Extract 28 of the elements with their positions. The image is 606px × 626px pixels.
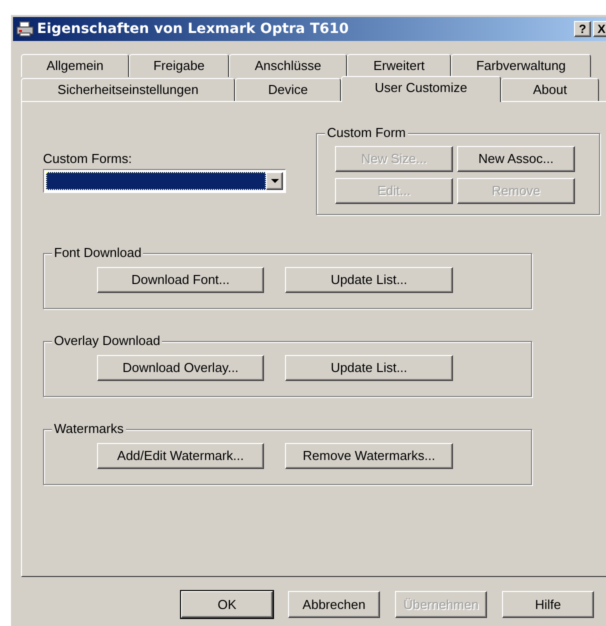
window-title: Eigenschaften von Lexmark Optra T610 xyxy=(37,20,349,38)
action-button[interactable]: Download Overlay... xyxy=(97,355,264,381)
action-button[interactable]: Add/Edit Watermark... xyxy=(97,443,264,469)
close-button[interactable]: X xyxy=(593,21,606,37)
action-button[interactable]: Update List... xyxy=(285,355,453,381)
form-button[interactable]: New Assoc... xyxy=(457,146,575,172)
tab[interactable]: About xyxy=(501,78,599,101)
tab[interactable]: Device xyxy=(235,78,341,101)
tab[interactable]: Freigabe xyxy=(129,54,229,77)
action-button[interactable]: Remove Watermarks... xyxy=(285,443,453,469)
dialog-button[interactable]: OK xyxy=(181,591,273,618)
tab[interactable]: Erweitert xyxy=(347,54,451,77)
dialog-button[interactable]: Hilfe xyxy=(502,591,594,618)
help-button[interactable]: ? xyxy=(574,21,591,37)
field-label: Custom Forms: xyxy=(43,151,133,167)
dropdown-arrow-button[interactable] xyxy=(266,172,283,190)
tab[interactable]: Anschlüsse xyxy=(229,54,347,77)
custom-forms-dropdown[interactable] xyxy=(43,169,286,193)
tab[interactable]: Farbverwaltung xyxy=(451,54,591,77)
tab[interactable]: Sicherheitseinstellungen xyxy=(21,78,235,101)
tab[interactable]: User Customize xyxy=(341,76,501,102)
tab[interactable]: Allgemein xyxy=(21,54,129,77)
group-title: Overlay Download xyxy=(52,333,162,349)
caret-icon xyxy=(270,179,278,183)
dialog-button[interactable]: Abbrechen xyxy=(288,591,380,618)
action-button[interactable]: Update List... xyxy=(285,267,453,293)
printer-icon xyxy=(16,21,34,37)
action-button[interactable]: Download Font... xyxy=(97,267,264,293)
